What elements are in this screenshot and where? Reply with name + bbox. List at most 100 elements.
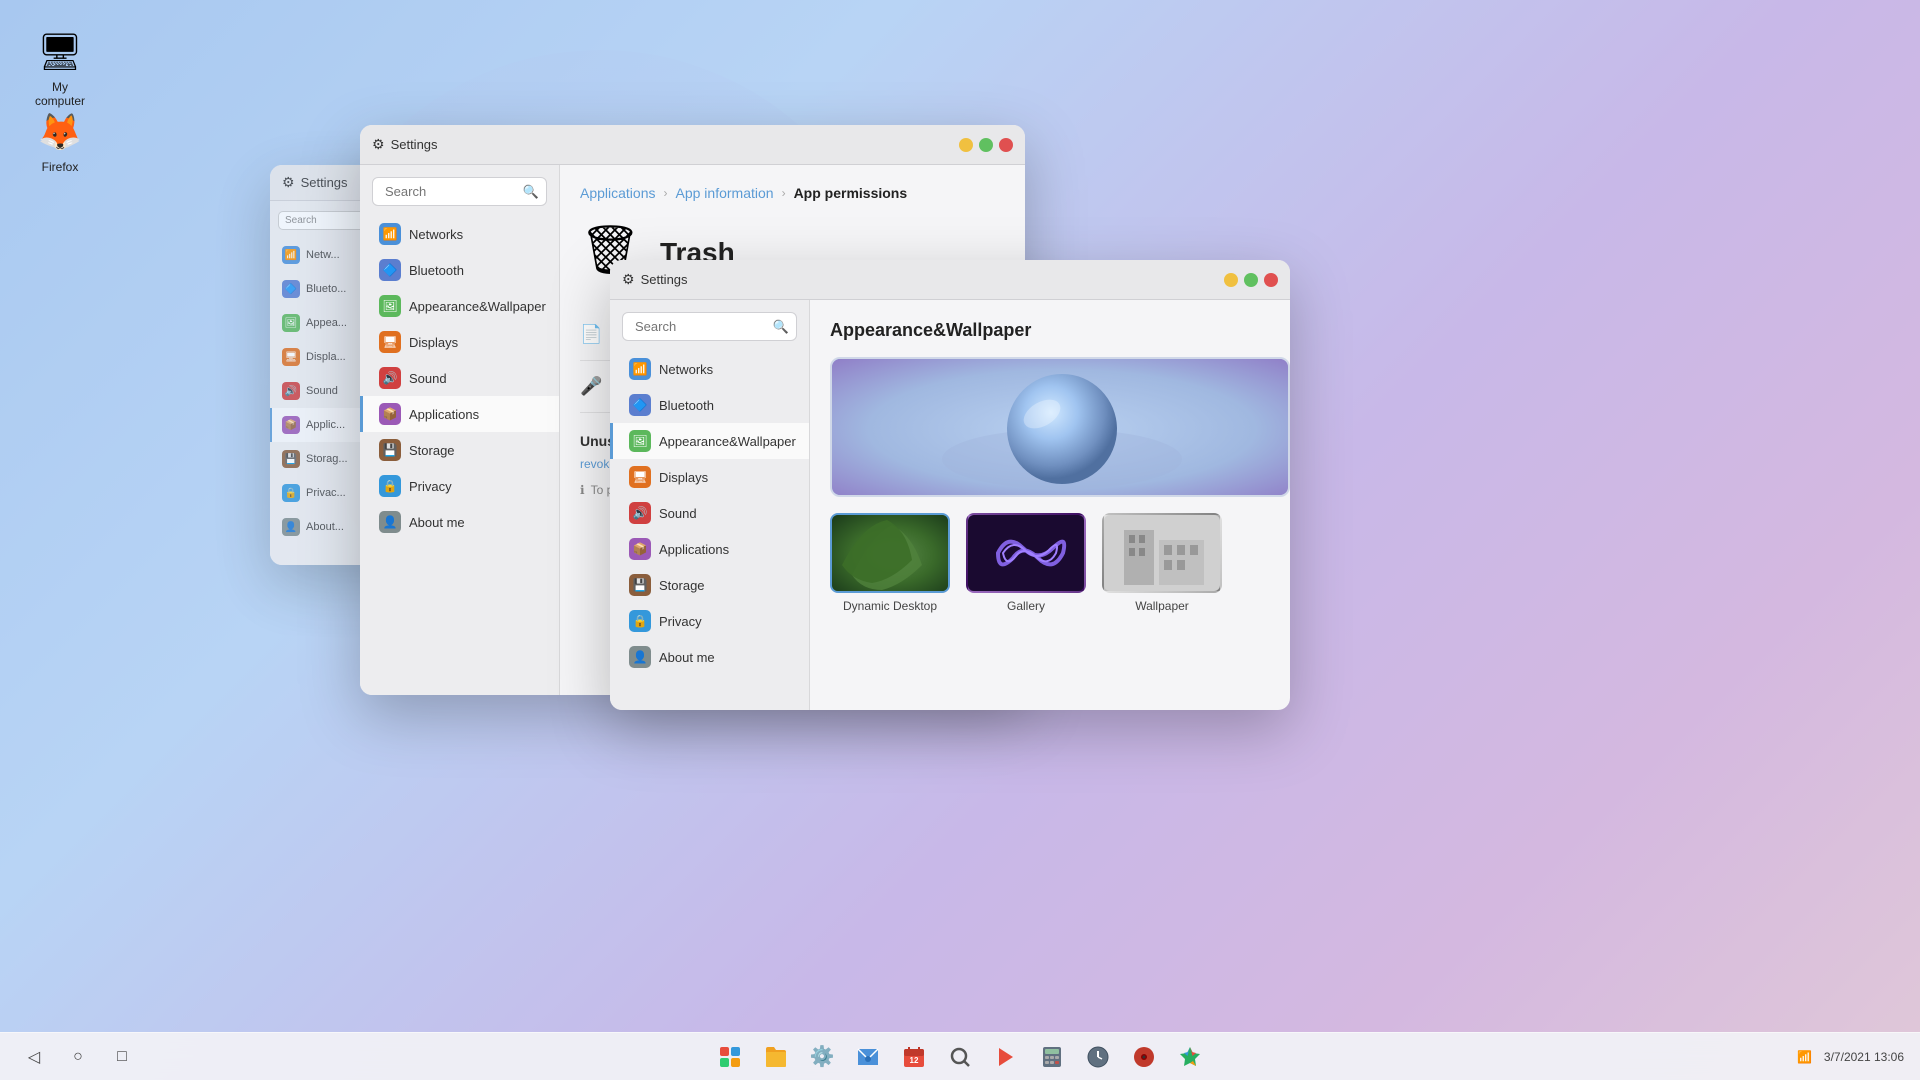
window-main-controls: – □ × — [959, 138, 1013, 152]
appearance-sidebar-item-aboutme[interactable]: 👤 About me — [610, 639, 809, 675]
wifi-icon: 📶 — [1797, 1050, 1812, 1064]
clock-icon — [1086, 1045, 1110, 1069]
taskbar-app-music[interactable] — [1124, 1037, 1164, 1077]
back-button[interactable]: ◁ — [16, 1039, 52, 1075]
sound-icon-app: 🔊 — [629, 502, 651, 524]
main-sidebar-item-storage[interactable]: 💾 Storage — [360, 432, 559, 468]
documents-icon: 📄 — [580, 324, 602, 345]
main-sidebar-label-bluetooth: Bluetooth — [409, 263, 464, 278]
bg-sidebar-label-aboutme: About... — [306, 521, 344, 533]
window-main-title: ⚙ Settings — [372, 136, 438, 153]
window-bg-title: ⚙ Settings — [282, 174, 348, 191]
taskbar-app-clock[interactable] — [1078, 1037, 1118, 1077]
main-sidebar-item-applications[interactable]: 📦 Applications — [360, 396, 559, 432]
wallpaper-option-dynamic[interactable]: Dynamic Desktop — [830, 513, 950, 613]
appearance-search-input[interactable] — [622, 312, 797, 341]
aboutme-icon-bg: 👤 — [282, 518, 300, 536]
main-sidebar-item-aboutme[interactable]: 👤 About me — [360, 504, 559, 540]
close-button-appearance[interactable]: × — [1264, 273, 1278, 287]
appearance-sidebar-label-applications: Applications — [659, 542, 729, 557]
appearance-sidebar-item-appearance[interactable]: 🖼 Appearance&Wallpaper — [610, 423, 809, 459]
main-sidebar-item-bluetooth[interactable]: 🔷 Bluetooth — [360, 252, 559, 288]
close-button-main[interactable]: × — [999, 138, 1013, 152]
main-sidebar-item-appearance[interactable]: 🖼 Appearance&Wallpaper — [360, 288, 559, 324]
taskbar-app-calculator[interactable] — [1032, 1037, 1072, 1077]
window-appearance: ⚙ Settings – □ × 🔍 📶 Networks 🔷 Bluetoot… — [610, 260, 1290, 710]
wallpaper-option-gallery[interactable]: Gallery — [966, 513, 1086, 613]
firefox-label: Firefox — [42, 160, 79, 174]
storage-icon-bg: 💾 — [282, 450, 300, 468]
privacy-icon-app: 🔒 — [629, 610, 651, 632]
breadcrumb-appperm: App permissions — [794, 185, 908, 201]
taskbar-app-media[interactable] — [986, 1037, 1026, 1077]
sound-icon-bg: 🔊 — [282, 382, 300, 400]
breadcrumb-appinfo[interactable]: App information — [676, 185, 774, 201]
appearance-sidebar-item-applications[interactable]: 📦 Applications — [610, 531, 809, 567]
bg-sidebar-label-privacy: Privac... — [306, 487, 346, 499]
appearance-sidebar-item-privacy[interactable]: 🔒 Privacy — [610, 603, 809, 639]
files-icon — [764, 1045, 788, 1069]
applications-icon-main: 📦 — [379, 403, 401, 425]
photos-icon — [1178, 1045, 1202, 1069]
appearance-sidebar-label-storage: Storage — [659, 578, 705, 593]
desktop-icon-firefox[interactable]: 🦊 Firefox — [20, 100, 100, 182]
appearance-sidebar-item-storage[interactable]: 💾 Storage — [610, 567, 809, 603]
preview-svg — [832, 359, 1290, 497]
gear-icon-bg: ⚙ — [282, 174, 295, 191]
appearance-sidebar-item-bluetooth[interactable]: 🔷 Bluetooth — [610, 387, 809, 423]
appearance-sidebar-item-displays[interactable]: 🖥 Displays — [610, 459, 809, 495]
main-sidebar-item-privacy[interactable]: 🔒 Privacy — [360, 468, 559, 504]
appearance-sidebar-label-displays: Displays — [659, 470, 708, 485]
breadcrumb-sep2: › — [782, 186, 786, 200]
bg-sidebar-label-networks: Netw... — [306, 249, 340, 261]
svg-text:12: 12 — [910, 1056, 919, 1065]
main-sidebar-label-aboutme: About me — [409, 515, 465, 530]
taskbar-app-calendar[interactable]: 12 — [894, 1037, 934, 1077]
bg-sidebar-label-appearance: Appea... — [306, 317, 347, 329]
bluetooth-icon-bg: 🔷 — [282, 280, 300, 298]
breadcrumb-applications[interactable]: Applications — [580, 185, 656, 201]
main-sidebar-item-networks[interactable]: 📶 Networks — [360, 216, 559, 252]
storage-icon-main: 💾 — [379, 439, 401, 461]
main-search-input[interactable] — [372, 177, 547, 206]
taskbar-app-photos[interactable] — [1170, 1037, 1210, 1077]
music-icon — [1132, 1045, 1156, 1069]
maximize-button-main[interactable]: □ — [979, 138, 993, 152]
main-sidebar-item-sound[interactable]: 🔊 Sound — [360, 360, 559, 396]
appearance-sidebar-label-sound: Sound — [659, 506, 697, 521]
dynamic-svg — [832, 515, 950, 593]
appearance-section-title: Appearance&Wallpaper — [830, 320, 1270, 341]
minimize-button-appearance[interactable]: – — [1224, 273, 1238, 287]
gallery-svg — [968, 513, 1084, 593]
taskbar-app-settings[interactable]: ⚙️ — [802, 1037, 842, 1077]
wallpaper-option-wallpaper[interactable]: Wallpaper — [1102, 513, 1222, 613]
appearance-sidebar-item-sound[interactable]: 🔊 Sound — [610, 495, 809, 531]
main-sidebar-label-storage: Storage — [409, 443, 455, 458]
recent-button[interactable]: □ — [104, 1039, 140, 1075]
taskbar-app-grid[interactable] — [710, 1037, 750, 1077]
breadcrumb: Applications › App information › App per… — [580, 185, 1005, 201]
taskbar-app-filemanager[interactable] — [848, 1037, 888, 1077]
displays-icon-bg: 🖥 — [282, 348, 300, 366]
home-button[interactable]: ○ — [60, 1039, 96, 1075]
main-sidebar-items: 📶 Networks 🔷 Bluetooth 🖼 Appearance&Wall… — [360, 216, 559, 540]
taskbar: ◁ ○ □ ⚙️ — [0, 1032, 1920, 1080]
main-sidebar-label-appearance: Appearance&Wallpaper — [409, 299, 546, 314]
datetime-label: 3/7/2021 13:06 — [1824, 1050, 1904, 1064]
bluetooth-icon-main: 🔷 — [379, 259, 401, 281]
taskbar-app-search[interactable] — [940, 1037, 980, 1077]
taskbar-app-files[interactable] — [756, 1037, 796, 1077]
appearance-sidebar-item-networks[interactable]: 📶 Networks — [610, 351, 809, 387]
appearance-sidebar: 🔍 📶 Networks 🔷 Bluetooth 🖼 Appearance&Wa… — [610, 300, 810, 710]
applications-icon-bg: 📦 — [282, 416, 300, 434]
main-sidebar-item-displays[interactable]: 🖥 Displays — [360, 324, 559, 360]
breadcrumb-sep1: › — [664, 186, 668, 200]
wallpaper-preview-main[interactable] — [830, 357, 1290, 497]
minimize-button-main[interactable]: – — [959, 138, 973, 152]
wallpaper-thumb-dynamic — [830, 513, 950, 593]
applications-icon-app: 📦 — [629, 538, 651, 560]
appearance-search-icon: 🔍 — [773, 319, 789, 335]
info-icon: ℹ — [580, 483, 585, 497]
maximize-button-appearance[interactable]: □ — [1244, 273, 1258, 287]
appearance-layout: 🔍 📶 Networks 🔷 Bluetooth 🖼 Appearance&Wa… — [610, 300, 1290, 710]
